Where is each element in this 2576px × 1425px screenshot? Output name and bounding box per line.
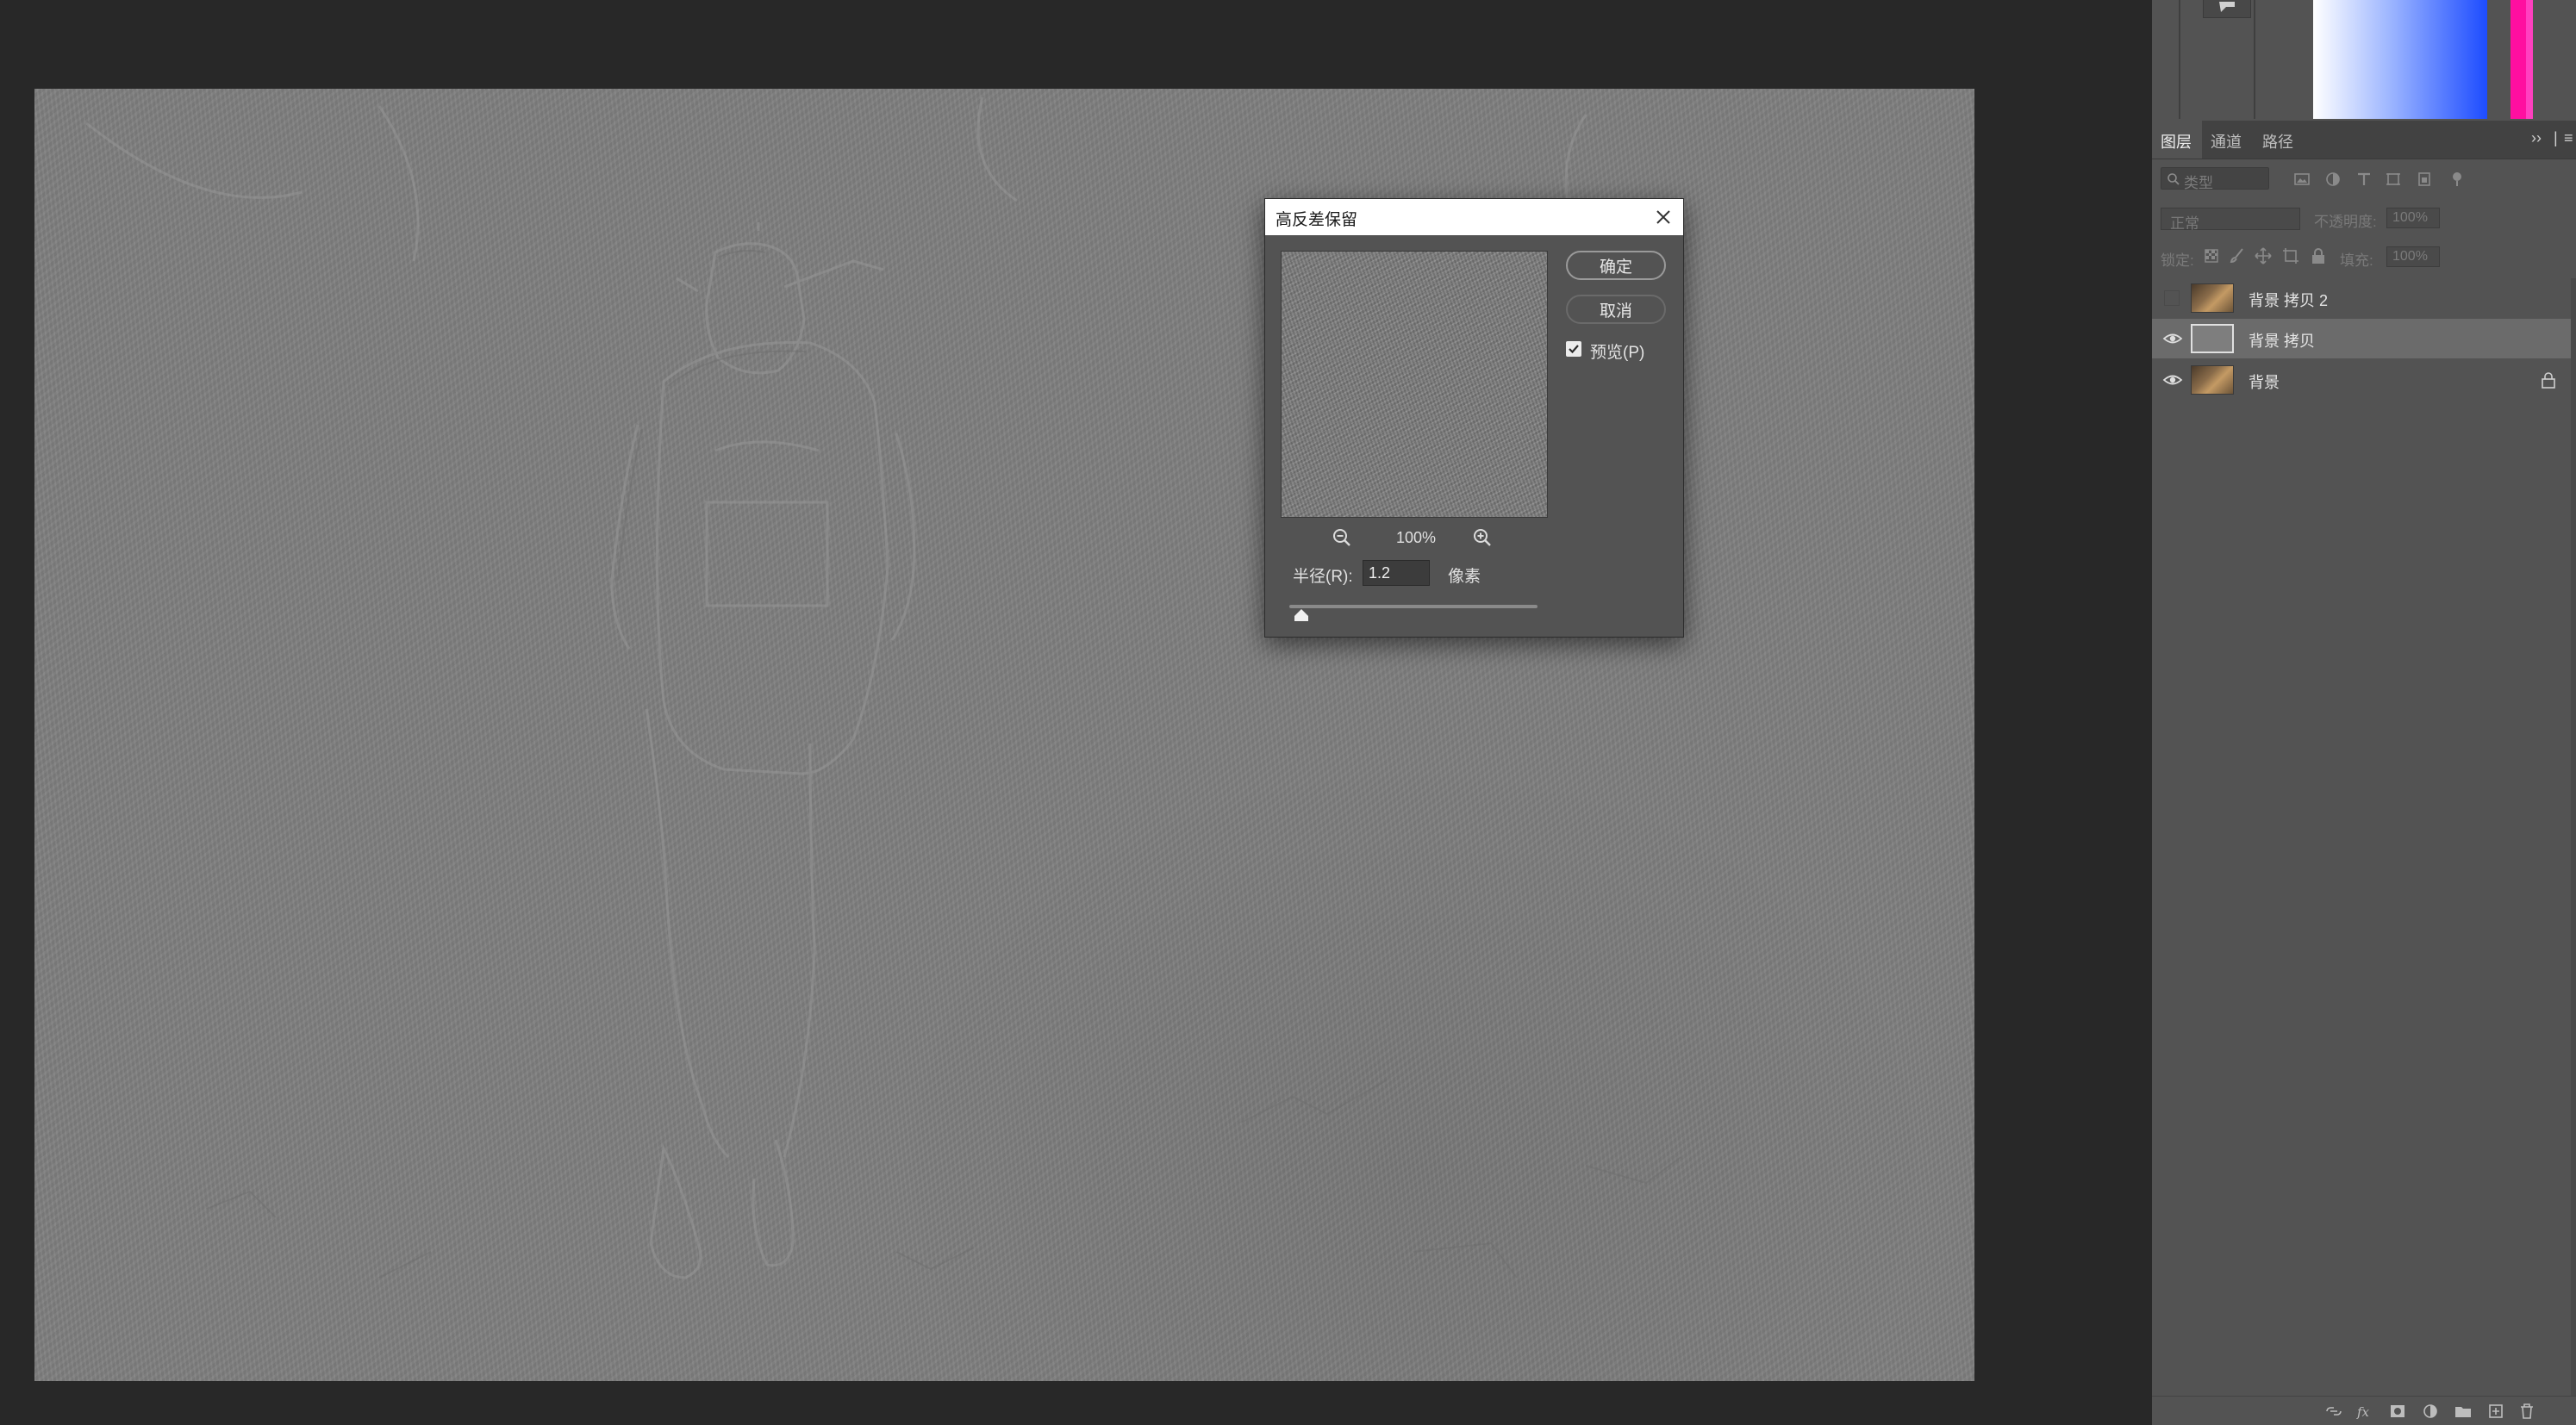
tab-layers[interactable]: 图层 — [2161, 130, 2192, 152]
layer-lock-icon — [2542, 372, 2555, 389]
fill-field[interactable]: 100% — [2386, 246, 2440, 267]
lock-label: 锁定: — [2161, 252, 2194, 269]
preview-window[interactable] — [1281, 251, 1548, 518]
layer-filter-row: 类型 — [2152, 162, 2576, 196]
panel-divider — [2179, 0, 2180, 119]
zoom-level: 100% — [1395, 529, 1437, 546]
layers-scrollbar[interactable] — [2571, 278, 2576, 1407]
layer-name: 背景 拷贝 — [2249, 333, 2316, 350]
workspace-gutter — [1974, 0, 2152, 1424]
visibility-toggle-off[interactable] — [2164, 290, 2180, 306]
checkmark-icon — [1569, 345, 1579, 354]
eye-icon[interactable] — [2162, 329, 2183, 348]
eye-icon[interactable] — [2162, 370, 2183, 389]
layers-bottom-bar: fx — [2152, 1396, 2576, 1425]
lock-all-icon[interactable] — [2309, 246, 2328, 265]
zoom-out-icon[interactable] — [1332, 527, 1352, 548]
svg-text:fx: fx — [2356, 1404, 2370, 1420]
radius-label: 半径(R): — [1293, 568, 1353, 586]
radius-input[interactable] — [1363, 560, 1430, 586]
layers-panel: 图层 通道 路径 ›› | ≡ 类型 正常 不透明度: 100% 锁定: 填充:… — [2152, 121, 2576, 1425]
type-filter-icon[interactable] — [2355, 171, 2373, 188]
panel-menu-icon[interactable]: ≡ — [2564, 129, 2573, 147]
panel-tabs: 图层 通道 路径 ›› | ≡ — [2152, 121, 2576, 159]
radius-unit: 像素 — [1448, 568, 1481, 586]
new-group-icon[interactable] — [2454, 1402, 2473, 1421]
filter-toggle-icon[interactable] — [2448, 171, 2466, 188]
shape-filter-icon[interactable] — [2385, 171, 2402, 188]
panel-collapse-icon[interactable]: ›› — [2531, 129, 2542, 147]
lock-artboard-icon[interactable] — [2281, 246, 2300, 265]
layer-row-copy[interactable]: 背景 拷贝 — [2152, 319, 2571, 358]
layer-thumbnail — [2191, 365, 2234, 395]
fill-label: 填充: — [2340, 252, 2373, 269]
smart-object-filter-icon[interactable] — [2416, 171, 2433, 188]
add-mask-icon[interactable] — [2388, 1402, 2407, 1421]
preview-checkbox[interactable] — [1566, 341, 1581, 357]
color-picker-field[interactable] — [2313, 0, 2487, 119]
opacity-field[interactable]: 100% — [2386, 208, 2440, 228]
tool-icon — [2219, 2, 2235, 12]
new-layer-icon[interactable] — [2486, 1402, 2505, 1421]
blend-mode-value: 正常 — [2170, 215, 2199, 232]
layer-name: 背景 — [2249, 374, 2280, 391]
blend-mode-select[interactable]: 正常 — [2161, 208, 2300, 232]
hue-slider-edge — [2526, 0, 2533, 119]
preview-label: 预览(P) — [1590, 344, 1645, 362]
layer-style-fx-icon[interactable]: fx — [2355, 1402, 2374, 1421]
panel-divider — [2254, 0, 2255, 119]
search-icon — [2167, 173, 2180, 185]
layer-row-background[interactable]: 背景 — [2152, 360, 2571, 400]
lock-brush-icon[interactable] — [2228, 246, 2247, 265]
lock-transparent-icon[interactable] — [2202, 246, 2221, 265]
link-layers-icon[interactable] — [2324, 1402, 2343, 1421]
panel-tool-button[interactable] — [2203, 0, 2251, 18]
panel-separator-icon: | — [2554, 129, 2558, 146]
radius-slider-track[interactable] — [1289, 605, 1537, 608]
pixel-filter-icon[interactable] — [2293, 171, 2311, 188]
filter-type-label: 类型 — [2184, 175, 2213, 191]
high-pass-dialog: 高反差保留 确定 取消 预览(P) 100% 半径(R): 像素 — [1264, 198, 1684, 638]
adjustment-filter-icon[interactable] — [2324, 171, 2342, 188]
dialog-title: 高反差保留 — [1276, 211, 1358, 229]
layer-name: 背景 拷贝 2 — [2249, 292, 2329, 309]
opacity-label: 不透明度: — [2314, 214, 2377, 230]
ok-button[interactable]: 确定 — [1566, 251, 1666, 280]
layer-filter-select[interactable]: 类型 — [2161, 167, 2269, 191]
layer-thumbnail — [2191, 324, 2234, 353]
delete-layer-icon[interactable] — [2517, 1402, 2536, 1421]
dialog-titlebar[interactable]: 高反差保留 — [1265, 199, 1683, 235]
layer-row-copy2[interactable]: 背景 拷贝 2 — [2152, 278, 2571, 318]
adjustment-layer-icon[interactable] — [2421, 1402, 2440, 1421]
tab-channels[interactable]: 通道 — [2211, 130, 2242, 152]
hue-slider[interactable] — [2511, 0, 2526, 119]
tab-paths[interactable]: 路径 — [2262, 130, 2293, 152]
lock-move-icon[interactable] — [2254, 246, 2273, 265]
radius-slider-thumb[interactable] — [1294, 609, 1309, 621]
layer-thumbnail — [2191, 283, 2234, 313]
cancel-button[interactable]: 取消 — [1566, 295, 1666, 324]
close-icon[interactable] — [1650, 204, 1676, 230]
zoom-in-icon[interactable] — [1472, 527, 1493, 548]
